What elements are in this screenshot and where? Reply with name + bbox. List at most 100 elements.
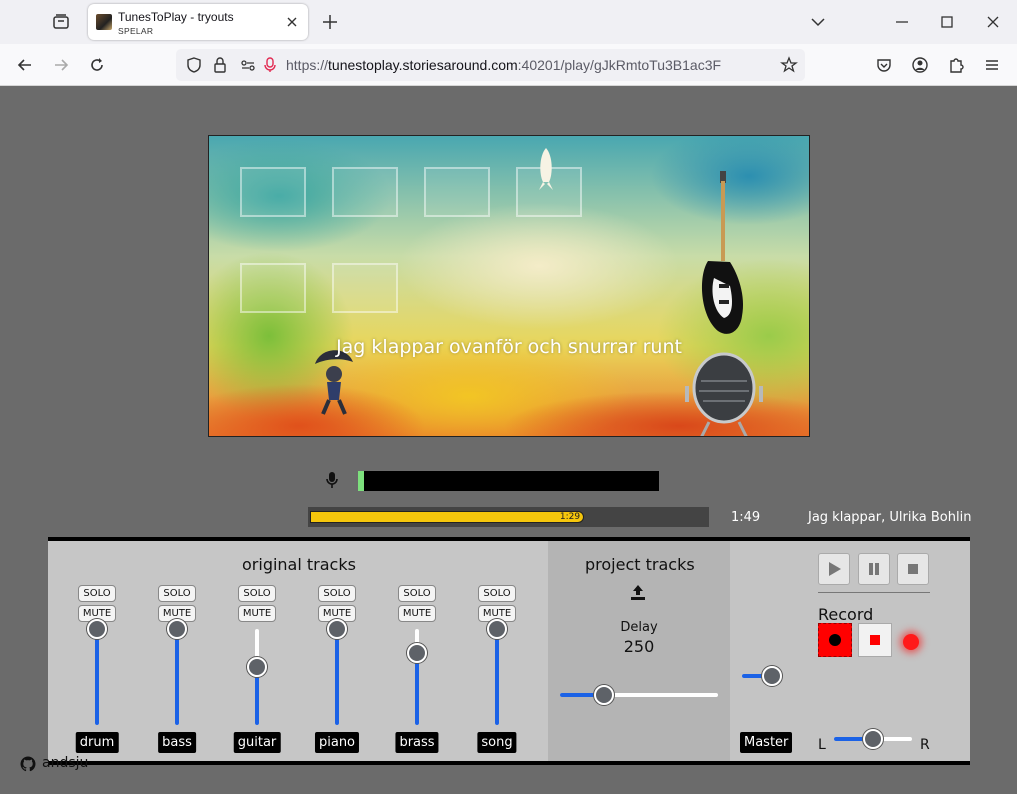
original-tracks-section: original tracks SOLO MUTE drum SOLO MUTE bass… <box>48 541 548 761</box>
drop-slot[interactable] <box>332 263 398 313</box>
minimize-icon[interactable] <box>892 12 912 32</box>
track-name-label: brass <box>395 732 439 753</box>
drop-slot[interactable] <box>240 263 306 313</box>
mic-level-fill <box>358 471 365 491</box>
solo-button[interactable]: SOLO <box>398 585 436 602</box>
forward-arrow-icon[interactable] <box>51 55 71 75</box>
current-time: 1:29 <box>559 512 581 522</box>
pocket-icon[interactable] <box>874 55 894 75</box>
volume-slider-track[interactable] <box>95 629 99 725</box>
lock-icon[interactable] <box>210 55 230 75</box>
pause-button[interactable] <box>858 553 890 585</box>
tab-list-icon[interactable] <box>50 11 72 33</box>
record-button[interactable] <box>818 623 852 657</box>
master-volume-handle[interactable] <box>762 666 782 686</box>
channel-strip-brass: SOLO MUTE brass <box>388 541 448 761</box>
address-bar[interactable]: https://tunestoplay.storiesaround.com:40… <box>176 49 805 81</box>
reload-icon[interactable] <box>87 55 107 75</box>
pan-slider-handle[interactable] <box>863 729 883 749</box>
tab-subtitle: SPELAR <box>118 26 154 36</box>
channel-strip-song: SOLO MUTE song <box>468 541 528 761</box>
tab-favicon-icon <box>96 14 112 30</box>
maximize-icon[interactable] <box>937 12 957 32</box>
play-button[interactable] <box>818 553 850 585</box>
drop-slot[interactable] <box>240 167 306 217</box>
delay-label: Delay <box>620 620 658 635</box>
permissions-icon[interactable] <box>238 55 258 75</box>
github-icon <box>20 756 36 772</box>
track-name-label: guitar <box>233 732 281 753</box>
master-section: Master Record L R <box>730 541 970 761</box>
account-icon[interactable] <box>910 55 930 75</box>
github-username[interactable]: andsju <box>42 755 88 771</box>
delay-slider-handle[interactable] <box>594 685 615 705</box>
volume-slider-track[interactable] <box>175 629 179 725</box>
delay-slider-track[interactable] <box>560 693 718 697</box>
story-scene: Jag klappar ovanför och snurrar runt <box>208 135 810 437</box>
mute-button[interactable]: MUTE <box>238 605 276 622</box>
volume-slider-track[interactable] <box>335 629 339 725</box>
song-title-artist: Jag klappar, Ulrika Bohlin <box>808 510 972 525</box>
record-stop-button[interactable] <box>858 623 892 657</box>
microphone-icon[interactable] <box>679 346 769 437</box>
solo-button[interactable]: SOLO <box>478 585 516 602</box>
master-label: Master <box>740 732 793 753</box>
track-name-label: song <box>477 732 517 753</box>
window-close-icon[interactable] <box>983 12 1003 32</box>
record-stop-icon <box>870 635 880 645</box>
bookmark-star-icon[interactable] <box>779 55 799 75</box>
upload-icon[interactable] <box>628 582 648 602</box>
volume-slider-fill <box>415 653 419 725</box>
volume-slider-fill <box>335 629 339 725</box>
volume-slider-track[interactable] <box>495 629 499 725</box>
solo-button[interactable]: SOLO <box>238 585 276 602</box>
close-tab-icon[interactable] <box>284 14 300 30</box>
volume-slider-fill <box>495 629 499 725</box>
play-icon <box>829 562 841 576</box>
project-tracks-title: project tracks <box>585 555 695 574</box>
song-progress-fill <box>310 511 584 523</box>
solo-button[interactable]: SOLO <box>158 585 196 602</box>
channel-strip-piano: SOLO MUTE piano <box>308 541 368 761</box>
song-progress-bar[interactable]: 1:29 <box>308 507 709 527</box>
bass-guitar-icon[interactable] <box>694 166 754 341</box>
song-duration: 1:49 <box>731 510 761 525</box>
rocket-icon <box>539 148 553 190</box>
new-tab-plus-icon[interactable] <box>320 12 340 32</box>
record-label: Record <box>818 605 874 624</box>
lyric-caption: Jag klappar ovanför och snurrar runt <box>336 336 682 358</box>
recording-indicator-icon <box>903 634 919 650</box>
mute-button[interactable]: MUTE <box>398 605 436 622</box>
track-name-label: drum <box>75 732 119 753</box>
volume-slider-handle[interactable] <box>247 657 267 678</box>
drop-slot[interactable] <box>332 167 398 217</box>
volume-slider-fill <box>175 629 179 725</box>
url-text[interactable]: https://tunestoplay.storiesaround.com:40… <box>286 57 721 73</box>
volume-slider-handle[interactable] <box>167 619 187 639</box>
browser-tab[interactable]: TunesToPlay - tryouts SPELAR <box>88 4 308 40</box>
tab-title: TunesToPlay - tryouts <box>118 10 234 24</box>
tracking-shield-icon[interactable] <box>184 55 204 75</box>
volume-slider-handle[interactable] <box>327 619 347 639</box>
browser-tab-bar: TunesToPlay - tryouts SPELAR <box>0 0 1017 44</box>
volume-slider-handle[interactable] <box>407 643 427 663</box>
hamburger-menu-icon[interactable] <box>982 55 1002 75</box>
solo-button[interactable]: SOLO <box>318 585 356 602</box>
list-all-tabs-chevron-icon[interactable] <box>808 12 828 32</box>
mic-level-meter <box>358 471 659 491</box>
solo-button[interactable]: SOLO <box>78 585 116 602</box>
back-arrow-icon[interactable] <box>15 55 35 75</box>
stop-button[interactable] <box>897 553 929 585</box>
volume-slider-handle[interactable] <box>87 619 107 639</box>
microphone-permission-icon[interactable] <box>260 55 280 75</box>
channel-strip-bass: SOLO MUTE bass <box>148 541 208 761</box>
drop-slot[interactable] <box>424 167 490 217</box>
volume-slider-fill <box>95 629 99 725</box>
record-dot-icon <box>829 634 841 646</box>
project-tracks-section: project tracks Delay 250 <box>548 541 730 761</box>
volume-slider-handle[interactable] <box>487 619 507 639</box>
channel-strip-guitar: SOLO MUTE guitar <box>228 541 288 761</box>
extensions-puzzle-icon[interactable] <box>946 55 966 75</box>
browser-nav-bar: https://tunestoplay.storiesaround.com:40… <box>0 44 1017 86</box>
pan-right-label: R <box>920 737 930 753</box>
